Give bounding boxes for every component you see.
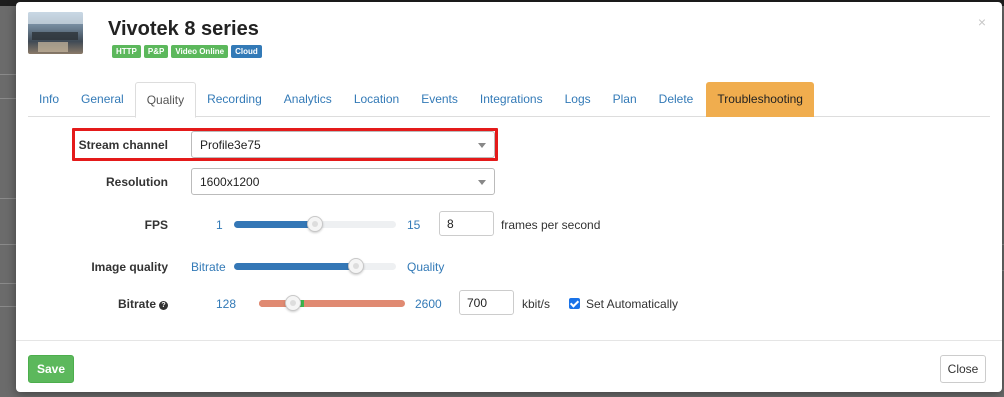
image-quality-slider-fill — [234, 263, 356, 270]
image-quality-left-label: Bitrate — [191, 260, 226, 274]
tab-info[interactable]: Info — [28, 82, 70, 117]
fps-slider[interactable] — [234, 216, 396, 232]
bitrate-unit: kbit/s — [522, 297, 551, 311]
fps-unit: frames per second — [501, 218, 601, 232]
tab-logs[interactable]: Logs — [554, 82, 602, 117]
image-quality-label: Image quality — [91, 260, 168, 274]
image-quality-slider[interactable] — [234, 258, 396, 274]
close-icon[interactable]: × — [978, 14, 986, 30]
fps-slider-fill — [234, 221, 315, 228]
bitrate-min: 128 — [216, 297, 237, 311]
image-quality-slider-handle[interactable] — [348, 258, 364, 274]
bitrate-row: Bitrate? 128 2600 kbit/s Set Automatical… — [16, 290, 1002, 318]
image-quality-row: Image quality Bitrate Quality — [16, 253, 1002, 281]
set-automatically-label: Set Automatically — [586, 297, 679, 311]
modal-header: Vivotek 8 series HTTP P&P Video Online C… — [16, 2, 1002, 68]
tab-delete[interactable]: Delete — [648, 82, 705, 117]
tab-integrations[interactable]: Integrations — [469, 82, 554, 117]
bitrate-max: 2600 — [415, 297, 442, 311]
tab-events[interactable]: Events — [410, 82, 469, 117]
camera-title: Vivotek 8 series — [108, 18, 259, 40]
fps-min: 1 — [216, 218, 223, 232]
tab-plan[interactable]: Plan — [602, 82, 648, 117]
camera-thumbnail — [28, 12, 83, 54]
status-badge: Cloud — [231, 45, 262, 58]
help-icon[interactable]: ? — [159, 301, 168, 310]
fps-label: FPS — [144, 218, 168, 232]
status-badge: P&P — [143, 45, 169, 58]
resolution-label: Resolution — [106, 175, 168, 189]
chevron-down-icon — [478, 180, 486, 185]
status-badge: HTTP — [112, 45, 141, 58]
fps-slider-handle[interactable] — [307, 216, 323, 232]
image-quality-right-label: Quality — [407, 260, 445, 274]
bitrate-slider[interactable] — [259, 295, 405, 311]
set-automatically-checkbox[interactable] — [569, 298, 580, 309]
fps-max: 15 — [407, 218, 421, 232]
tab-quality[interactable]: Quality — [134, 82, 197, 118]
bitrate-label-text: Bitrate — [117, 297, 156, 311]
tab-location[interactable]: Location — [343, 82, 410, 117]
fps-row: FPS 1 15 frames per second — [16, 211, 1002, 239]
tab-troubleshooting[interactable]: Troubleshooting — [706, 82, 814, 117]
resolution-row: Resolution 1600x1200 — [16, 168, 1002, 196]
status-badge: Video Online — [171, 45, 229, 58]
save-button[interactable]: Save — [28, 355, 74, 383]
resolution-value: 1600x1200 — [200, 175, 260, 189]
status-badges: HTTP P&P Video Online Cloud — [112, 45, 262, 58]
tab-recording[interactable]: Recording — [196, 82, 273, 117]
tab-analytics[interactable]: Analytics — [273, 82, 343, 117]
bitrate-label: Bitrate? — [118, 297, 168, 311]
modal-footer: Save Close — [16, 340, 1002, 392]
close-button[interactable]: Close — [940, 355, 986, 383]
tab-general[interactable]: General — [70, 82, 135, 117]
resolution-select[interactable]: 1600x1200 — [191, 168, 495, 195]
fps-input[interactable] — [439, 211, 494, 236]
tab-bar: Info General Quality Recording Analytics… — [28, 82, 990, 118]
camera-settings-modal: Vivotek 8 series HTTP P&P Video Online C… — [16, 2, 1002, 392]
bitrate-input[interactable] — [459, 290, 514, 315]
highlight-box — [72, 128, 498, 161]
bitrate-slider-handle[interactable] — [285, 295, 301, 311]
